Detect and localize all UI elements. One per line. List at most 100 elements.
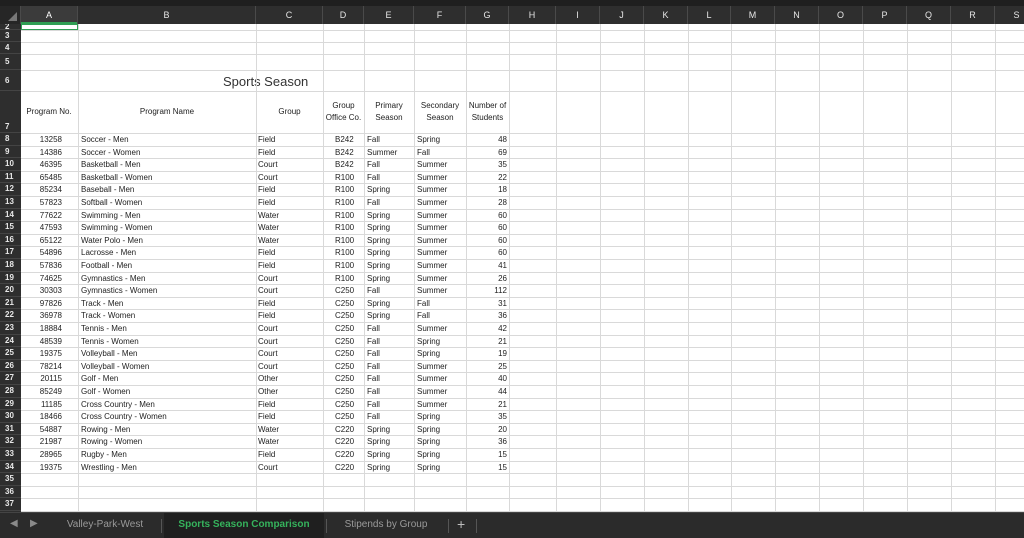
secondary-season-cell[interactable]: Summer [417, 171, 465, 184]
row-header-25[interactable]: 25 [0, 347, 21, 360]
group-cell[interactable]: Court [258, 284, 322, 297]
primary-season-cell[interactable]: Spring [367, 183, 413, 196]
group-cell[interactable]: Field [258, 309, 322, 322]
column-header-b[interactable]: B [78, 6, 256, 24]
students-cell[interactable]: 26 [470, 272, 507, 285]
students-cell[interactable]: 15 [470, 448, 507, 461]
secondary-season-cell[interactable]: Summer [417, 398, 465, 411]
primary-season-cell[interactable]: Fall [367, 133, 413, 146]
program-name-cell[interactable]: Golf - Men [81, 372, 253, 385]
row-header-6[interactable]: 6 [0, 70, 21, 91]
program-name-cell[interactable]: Gymnastics - Women [81, 284, 253, 297]
program-no-cell[interactable]: 54896 [22, 246, 62, 259]
row-header-7[interactable]: 7 [0, 91, 21, 133]
students-cell[interactable]: 60 [470, 221, 507, 234]
program-no-cell[interactable]: 11185 [22, 398, 62, 411]
group-cell[interactable]: Field [258, 398, 322, 411]
program-no-cell[interactable]: 46395 [22, 158, 62, 171]
tab-stipends-by-group[interactable]: Stipends by Group [330, 513, 442, 538]
primary-season-cell[interactable]: Fall [367, 171, 413, 184]
column-header-l[interactable]: L [688, 6, 731, 24]
group-office-cell[interactable]: B242 [335, 158, 363, 171]
row-header-11[interactable]: 11 [0, 171, 21, 184]
primary-season-cell[interactable]: Spring [367, 309, 413, 322]
primary-season-cell[interactable]: Spring [367, 234, 413, 247]
secondary-season-cell[interactable]: Summer [417, 385, 465, 398]
program-name-cell[interactable]: Track - Men [81, 297, 253, 310]
group-office-cell[interactable]: R100 [335, 209, 363, 222]
group-office-cell[interactable]: C250 [335, 284, 363, 297]
primary-season-cell[interactable]: Spring [367, 435, 413, 448]
secondary-season-cell[interactable]: Summer [417, 272, 465, 285]
group-office-cell[interactable]: R100 [335, 272, 363, 285]
row-header-5[interactable]: 5 [0, 54, 21, 70]
group-office-cell[interactable]: C250 [335, 347, 363, 360]
primary-season-cell[interactable]: Spring [367, 272, 413, 285]
column-header-c[interactable]: C [256, 6, 323, 24]
primary-season-cell[interactable]: Fall [367, 335, 413, 348]
program-name-cell[interactable]: Cross Country - Women [81, 410, 253, 423]
students-cell[interactable]: 21 [470, 398, 507, 411]
program-no-cell[interactable]: 30303 [22, 284, 62, 297]
program-no-cell[interactable]: 47593 [22, 221, 62, 234]
header-number-of-students[interactable]: Number of Students [467, 91, 508, 133]
students-cell[interactable]: 19 [470, 347, 507, 360]
program-name-cell[interactable]: Water Polo - Men [81, 234, 253, 247]
group-office-cell[interactable]: C250 [335, 322, 363, 335]
group-cell[interactable]: Court [258, 335, 322, 348]
students-cell[interactable]: 25 [470, 360, 507, 373]
row-header-36[interactable]: 36 [0, 486, 21, 499]
primary-season-cell[interactable]: Fall [367, 347, 413, 360]
row-header-34[interactable]: 34 [0, 461, 21, 474]
secondary-season-cell[interactable]: Spring [417, 347, 465, 360]
group-office-cell[interactable]: C250 [335, 335, 363, 348]
header-group[interactable]: Group [257, 91, 322, 133]
program-name-cell[interactable]: Volleyball - Men [81, 347, 253, 360]
group-cell[interactable]: Court [258, 272, 322, 285]
students-cell[interactable]: 60 [470, 209, 507, 222]
row-header-27[interactable]: 27 [0, 372, 21, 385]
secondary-season-cell[interactable]: Spring [417, 461, 465, 474]
row-header-30[interactable]: 30 [0, 410, 21, 423]
program-name-cell[interactable]: Soccer - Men [81, 133, 253, 146]
secondary-season-cell[interactable]: Summer [417, 158, 465, 171]
row-header-29[interactable]: 29 [0, 398, 21, 411]
students-cell[interactable]: 60 [470, 234, 507, 247]
group-cell[interactable]: Other [258, 372, 322, 385]
students-cell[interactable]: 35 [470, 410, 507, 423]
group-cell[interactable]: Water [258, 234, 322, 247]
secondary-season-cell[interactable]: Summer [417, 259, 465, 272]
program-no-cell[interactable]: 74625 [22, 272, 62, 285]
column-header-j[interactable]: J [600, 6, 644, 24]
column-header-k[interactable]: K [644, 6, 688, 24]
group-office-cell[interactable]: C250 [335, 309, 363, 322]
row-header-32[interactable]: 32 [0, 435, 21, 448]
students-cell[interactable]: 48 [470, 133, 507, 146]
group-office-cell[interactable]: C250 [335, 360, 363, 373]
program-no-cell[interactable]: 97826 [22, 297, 62, 310]
select-all-corner[interactable] [0, 6, 21, 24]
students-cell[interactable]: 69 [470, 146, 507, 159]
program-name-cell[interactable]: Rowing - Men [81, 423, 253, 436]
program-no-cell[interactable]: 78214 [22, 360, 62, 373]
secondary-season-cell[interactable]: Spring [417, 133, 465, 146]
group-office-cell[interactable]: R100 [335, 196, 363, 209]
primary-season-cell[interactable]: Fall [367, 410, 413, 423]
group-office-cell[interactable]: R100 [335, 183, 363, 196]
group-cell[interactable]: Field [258, 259, 322, 272]
group-cell[interactable]: Other [258, 385, 322, 398]
students-cell[interactable]: 21 [470, 335, 507, 348]
program-name-cell[interactable]: Wrestling - Men [81, 461, 253, 474]
row-header-24[interactable]: 24 [0, 335, 21, 348]
students-cell[interactable]: 31 [470, 297, 507, 310]
program-no-cell[interactable]: 20115 [22, 372, 62, 385]
row-header-10[interactable]: 10 [0, 158, 21, 171]
program-name-cell[interactable]: Rugby - Men [81, 448, 253, 461]
program-no-cell[interactable]: 65122 [22, 234, 62, 247]
column-header-i[interactable]: I [556, 6, 600, 24]
program-no-cell[interactable]: 54887 [22, 423, 62, 436]
secondary-season-cell[interactable]: Summer [417, 209, 465, 222]
primary-season-cell[interactable]: Spring [367, 246, 413, 259]
row-header-21[interactable]: 21 [0, 297, 21, 310]
students-cell[interactable]: 20 [470, 423, 507, 436]
